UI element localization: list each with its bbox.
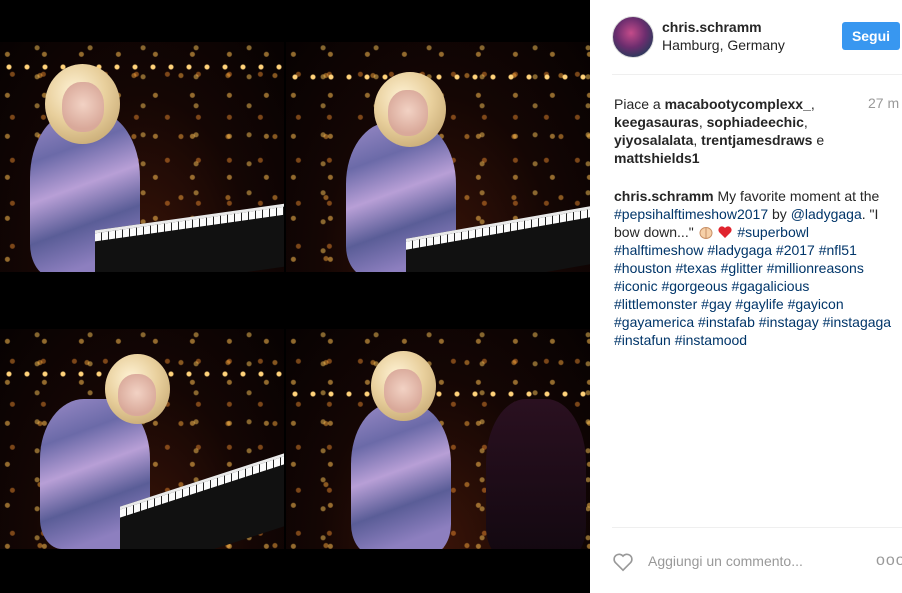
hashtag-link[interactable]: #houston [614, 260, 672, 276]
photo-tile-1 [0, 42, 284, 272]
liker-link[interactable]: macabootycomplexx_ [665, 96, 811, 112]
hashtag-link[interactable]: #littlemonster [614, 296, 697, 312]
hashtag-link[interactable]: #iconic [614, 278, 658, 294]
hashtag-link[interactable]: #instagaga [823, 314, 892, 330]
divider [612, 74, 902, 75]
comment-input[interactable] [648, 551, 848, 571]
hashtag-link[interactable]: #gayicon [788, 296, 844, 312]
hashtag-link[interactable]: #pepsihalftimeshow2017 [614, 206, 768, 222]
separator: , [810, 96, 815, 112]
avatar[interactable] [612, 16, 654, 58]
more-options-icon[interactable]: ooo [876, 552, 902, 570]
heart-icon[interactable] [612, 552, 634, 572]
folded-hands-emoji-icon [699, 227, 713, 239]
caption-text: My favorite moment at the [713, 188, 880, 204]
hashtag-link[interactable]: #2017 [776, 242, 815, 258]
hashtag-link[interactable]: #ladygaga [707, 242, 772, 258]
liker-link[interactable]: yiyosalalata [614, 132, 693, 148]
hashtag-link[interactable]: #gaylife [735, 296, 783, 312]
red-heart-emoji-icon [718, 226, 733, 238]
separator: , [693, 132, 702, 148]
hashtag-link[interactable]: #instafab [698, 314, 755, 330]
photo-tile-2 [286, 42, 590, 272]
post-timestamp[interactable]: 27 m [868, 95, 899, 111]
username-link[interactable]: chris.schramm [662, 19, 762, 35]
hashtag-list: #superbowl #halftimeshow #ladygaga #2017… [614, 224, 891, 348]
hashtag-link[interactable]: #texas [676, 260, 717, 276]
liker-link[interactable]: keegasauras [614, 114, 699, 130]
likes-line: Piace a macabootycomplexx_, keegasauras,… [614, 95, 850, 167]
likes-prefix: Piace a [614, 96, 665, 112]
hashtag-link[interactable]: #halftimeshow [614, 242, 704, 258]
post-photo[interactable] [0, 0, 590, 593]
caption-text: by [768, 206, 791, 222]
separator: e [812, 132, 825, 148]
hashtag-link[interactable]: #gagalicious [732, 278, 810, 294]
liker-link[interactable]: sophiadeechic [707, 114, 804, 130]
separator: , [698, 114, 707, 130]
hashtag-link[interactable]: #instamood [675, 332, 747, 348]
caption-author-link[interactable]: chris.schramm [614, 188, 714, 204]
location-link[interactable]: Hamburg, Germany [662, 37, 785, 53]
photo-tile-3 [0, 329, 284, 549]
hashtag-link[interactable]: #gorgeous [661, 278, 727, 294]
hashtag-link[interactable]: #millionreasons [767, 260, 864, 276]
mention-link[interactable]: @ladygaga [791, 206, 862, 222]
hashtag-link[interactable]: #glitter [721, 260, 763, 276]
post-header: chris.schramm Hamburg, Germany Segui [590, 0, 902, 72]
hashtag-link[interactable]: #gay [701, 296, 731, 312]
hashtag-link[interactable]: #nfl51 [819, 242, 857, 258]
hashtag-link[interactable]: #superbowl [737, 224, 809, 240]
hashtag-link[interactable]: #instagay [759, 314, 819, 330]
hashtag-link[interactable]: #instafun [614, 332, 671, 348]
liker-link[interactable]: mattshields1 [614, 150, 700, 166]
photo-tile-4 [286, 329, 590, 549]
caption: chris.schramm My favorite moment at the … [614, 187, 894, 349]
hashtag-link[interactable]: #gayamerica [614, 314, 694, 330]
post-footer: ooo [590, 528, 902, 593]
liker-link[interactable]: trentjamesdraws [701, 132, 812, 148]
separator: , [803, 114, 808, 130]
follow-button[interactable]: Segui [842, 22, 900, 50]
